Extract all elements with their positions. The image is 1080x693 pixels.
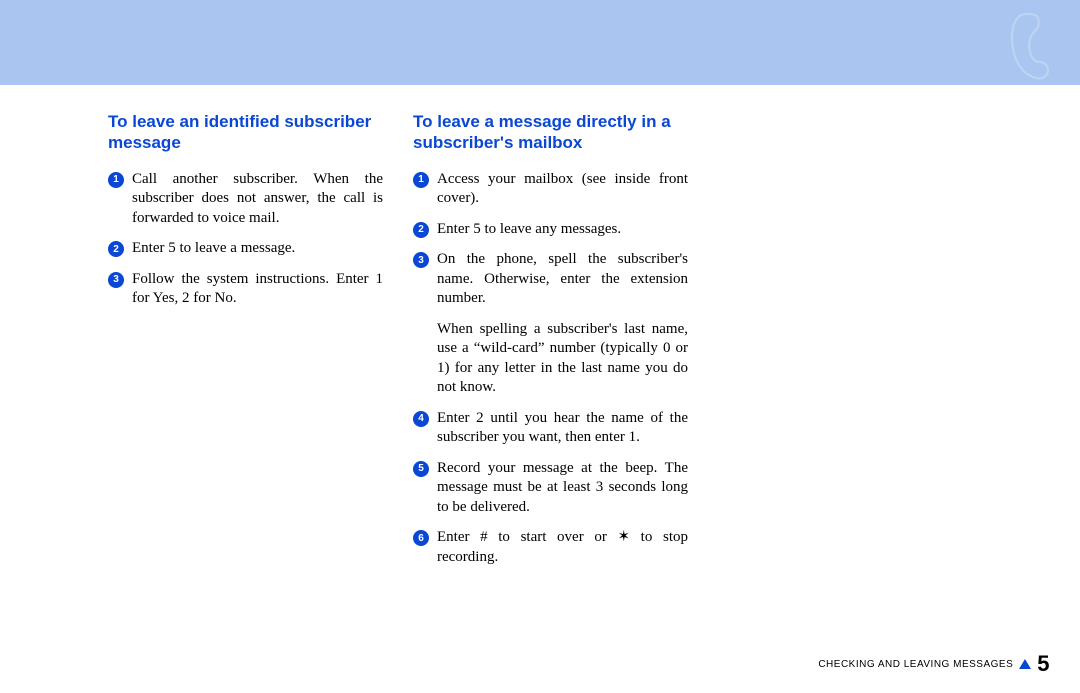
left-heading: To leave an identified subscriber messag… bbox=[108, 111, 383, 154]
step-text: Access your mailbox (see inside front co… bbox=[437, 170, 688, 209]
step: 3 On the phone, spell the subscriber's na… bbox=[413, 250, 688, 309]
right-heading: To leave a message directly in a subscri… bbox=[413, 111, 688, 154]
step-text: Enter 5 to leave any messages. bbox=[437, 220, 688, 240]
step: 4 Enter 2 until you hear the name of the … bbox=[413, 409, 688, 448]
step: 3 Follow the system instructions. Enter 1… bbox=[108, 270, 383, 309]
step: 2 Enter 5 to leave any messages. bbox=[413, 220, 688, 240]
bullet-1: 1 bbox=[108, 172, 124, 188]
step-text: Call another subscriber. When the subscr… bbox=[132, 170, 383, 229]
step-text: Enter # to start over or ✶ to stop recor… bbox=[437, 528, 688, 567]
step-text: On the phone, spell the subscriber's nam… bbox=[437, 250, 688, 309]
bullet-4: 4 bbox=[413, 411, 429, 427]
step-text: Record your message at the beep. The mes… bbox=[437, 459, 688, 518]
banner bbox=[0, 0, 1080, 85]
bullet-1: 1 bbox=[413, 172, 429, 188]
bullet-6: 6 bbox=[413, 530, 429, 546]
step: 2 Enter 5 to leave a message. bbox=[108, 239, 383, 259]
bullet-3: 3 bbox=[413, 252, 429, 268]
step-text: Follow the system instructions. Enter 1 … bbox=[132, 270, 383, 309]
content-columns: To leave an identified subscriber messag… bbox=[0, 85, 1080, 578]
step-text: Enter 5 to leave a message. bbox=[132, 239, 383, 259]
bullet-2: 2 bbox=[108, 241, 124, 257]
bullet-2: 2 bbox=[413, 222, 429, 238]
left-column: To leave an identified subscriber messag… bbox=[108, 111, 383, 578]
page-number: 5 bbox=[1037, 651, 1050, 677]
phone-handset-icon bbox=[1006, 10, 1054, 82]
triangle-icon bbox=[1019, 659, 1031, 669]
step: 1 Access your mailbox (see inside front c… bbox=[413, 170, 688, 209]
step: 6 Enter # to start over or ✶ to stop reco… bbox=[413, 528, 688, 567]
right-column: To leave a message directly in a subscri… bbox=[413, 111, 688, 578]
bullet-3: 3 bbox=[108, 272, 124, 288]
step-text: Enter 2 until you hear the name of the s… bbox=[437, 409, 688, 448]
bullet-5: 5 bbox=[413, 461, 429, 477]
step: 5 Record your message at the beep. The me… bbox=[413, 459, 688, 518]
footer-section: CHECKING AND LEAVING MESSAGES bbox=[818, 659, 1013, 670]
wildcard-note: When spelling a subscriber's last name, … bbox=[437, 320, 688, 398]
step: 1 Call another subscriber. When the subsc… bbox=[108, 170, 383, 229]
page-footer: CHECKING AND LEAVING MESSAGES 5 bbox=[818, 651, 1050, 677]
